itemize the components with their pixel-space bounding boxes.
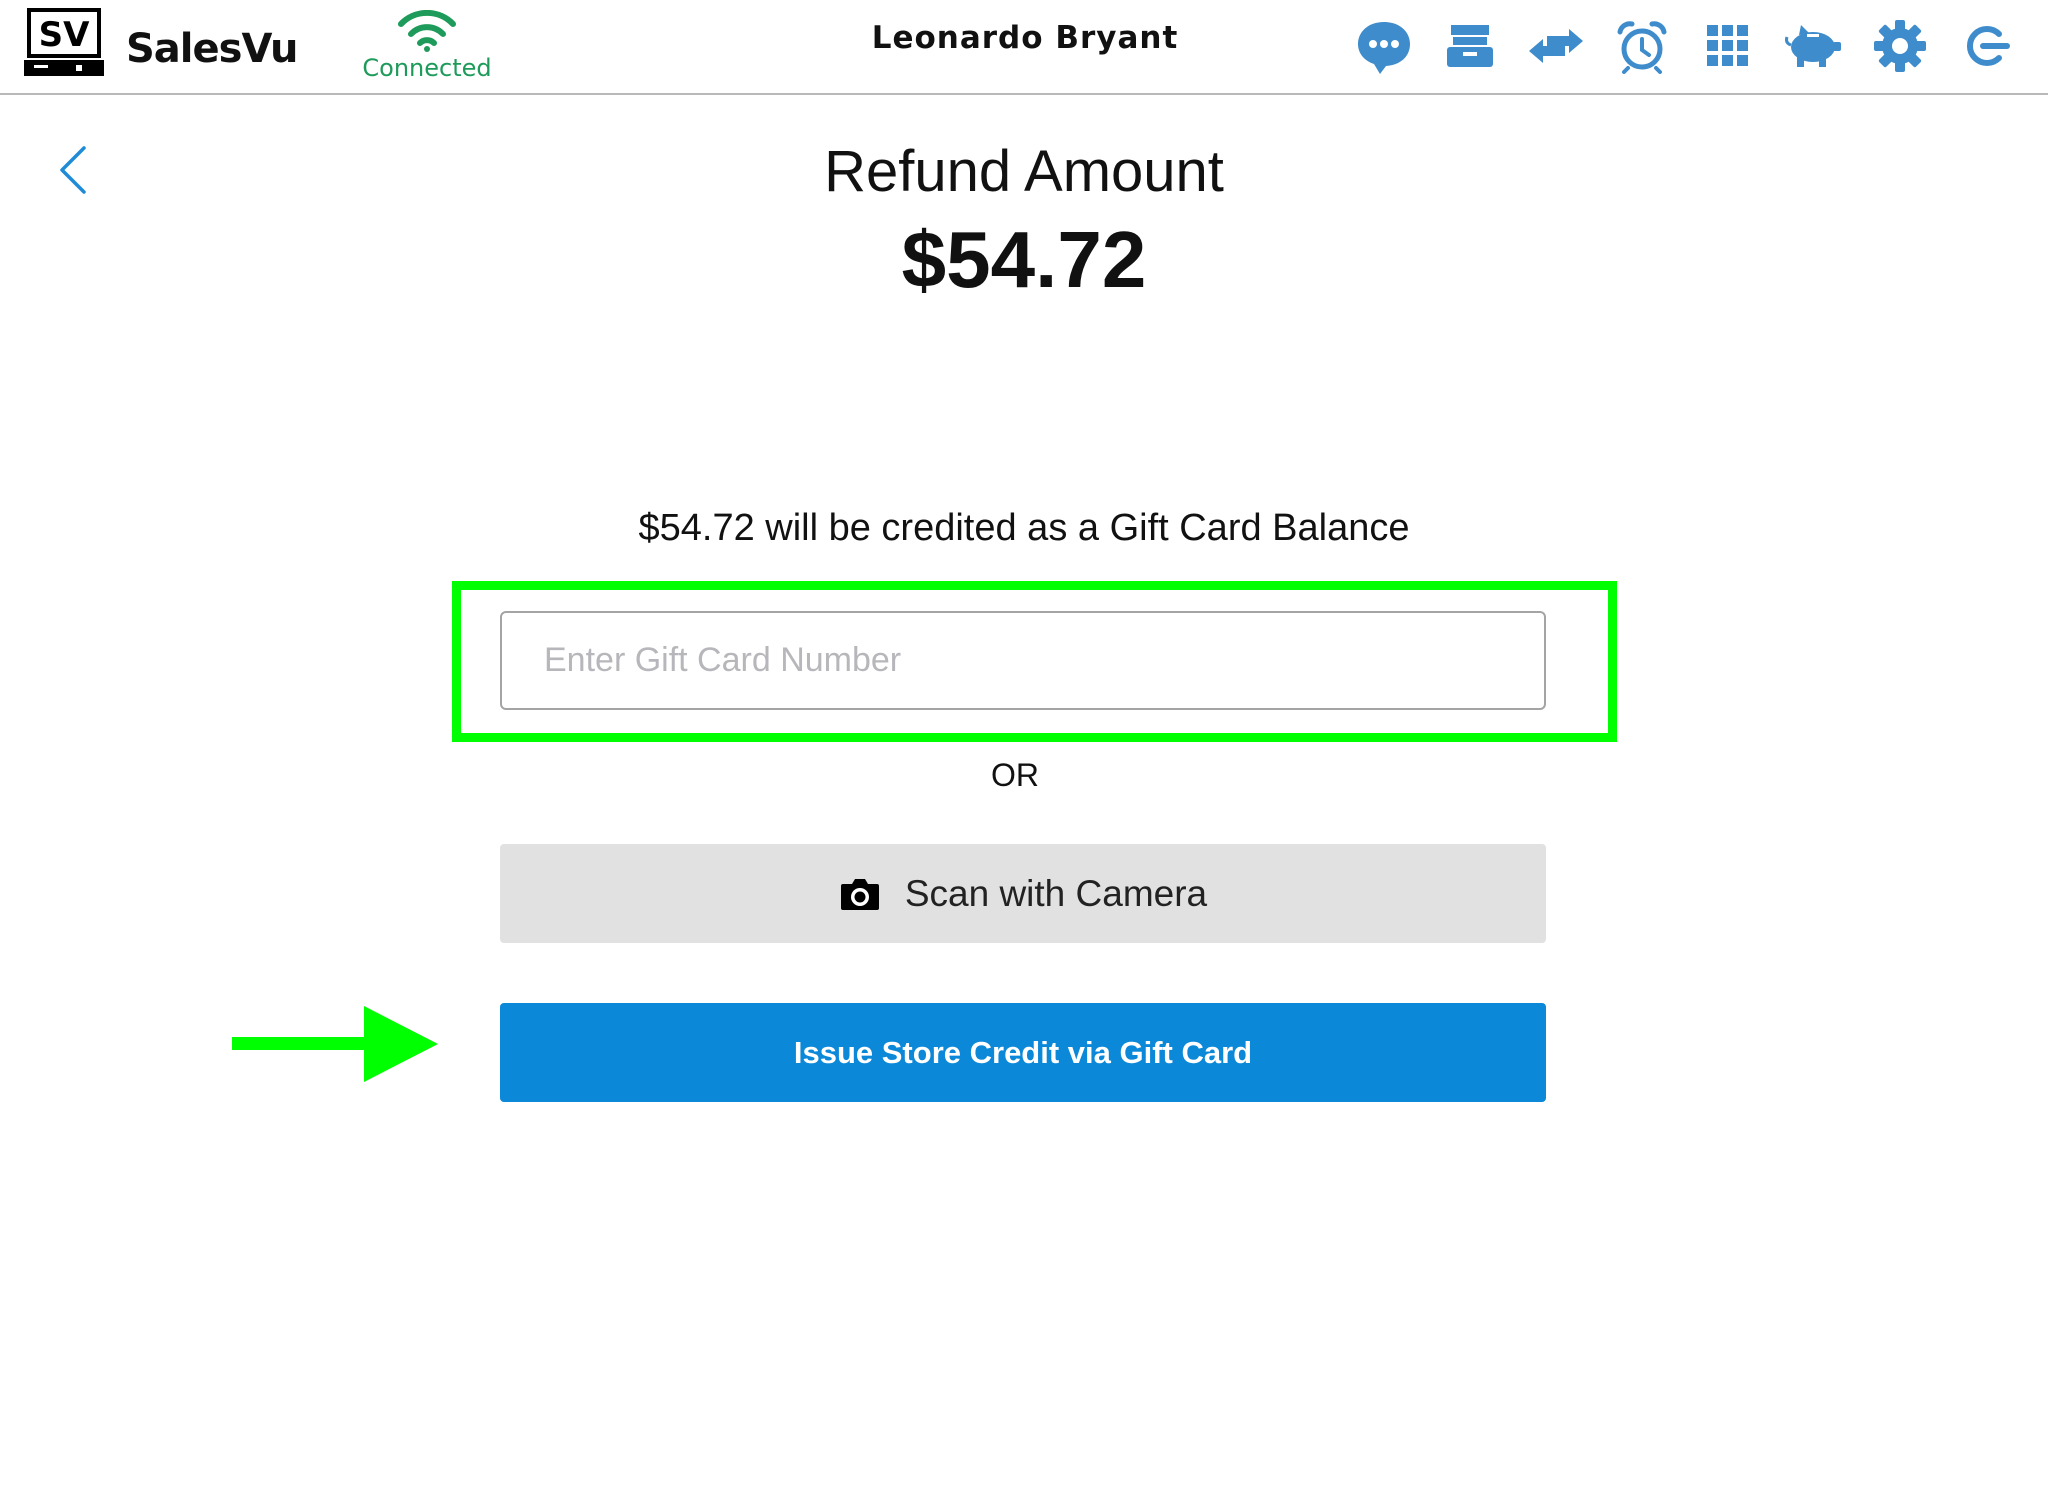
- brand-name: SalesVu: [126, 26, 298, 72]
- gear-icon[interactable]: [1868, 14, 1932, 78]
- logout-icon[interactable]: [1954, 14, 2018, 78]
- refund-page: SV SalesVu Connected Leonardo Bryant Ref…: [0, 0, 2048, 1497]
- scan-with-camera-button[interactable]: Scan with Camera: [500, 844, 1546, 943]
- issue-store-credit-button[interactable]: Issue Store Credit via Gift Card: [500, 1003, 1546, 1102]
- connection-label: Connected: [362, 54, 492, 82]
- alarm-clock-icon[interactable]: [1610, 14, 1674, 78]
- top-bar: SV SalesVu Connected Leonardo Bryant: [0, 0, 2048, 95]
- register-drawer-icon[interactable]: [1438, 14, 1502, 78]
- connection-status: Connected: [362, 10, 492, 82]
- brand-mark: SV: [39, 15, 90, 55]
- chat-icon[interactable]: [1352, 14, 1416, 78]
- refund-amount: $54.72: [901, 215, 1147, 304]
- brand-logo: SV: [24, 8, 104, 80]
- page-title: Refund Amount: [824, 139, 1224, 204]
- piggy-bank-icon[interactable]: [1782, 14, 1846, 78]
- gift-card-number-input[interactable]: [500, 611, 1546, 710]
- grid-icon[interactable]: [1696, 14, 1760, 78]
- camera-icon: [839, 876, 881, 912]
- current-user-name: Leonardo Bryant: [871, 20, 1179, 56]
- scan-button-label: Scan with Camera: [904, 872, 1208, 914]
- annotation-arrow-icon: [230, 1004, 440, 1084]
- issue-button-label: Issue Store Credit via Gift Card: [793, 1034, 1253, 1070]
- or-separator: OR: [991, 757, 1039, 793]
- credit-message: $54.72 will be credited as a Gift Card B…: [638, 507, 1410, 549]
- transfer-icon[interactable]: [1524, 14, 1588, 78]
- wifi-icon: [398, 10, 456, 52]
